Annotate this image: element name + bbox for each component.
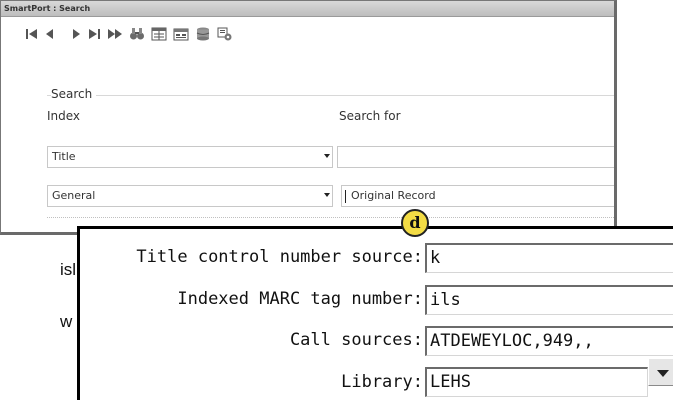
library-select[interactable]: LEHS — [425, 367, 648, 397]
library-dropdown-button[interactable] — [648, 358, 673, 386]
bottom-divider — [47, 217, 614, 218]
library-label: Library: — [341, 372, 423, 392]
first-record-icon[interactable] — [25, 25, 39, 43]
search-for-input-2-value: Original Record — [351, 189, 436, 202]
search-for-input-1[interactable] — [337, 146, 614, 168]
record-toolbar — [25, 23, 233, 45]
next-record-icon[interactable] — [71, 25, 81, 43]
import-icon[interactable] — [173, 25, 189, 43]
library-select-value: LEHS — [430, 372, 471, 392]
indexed-marc-tag-number-value: ils — [430, 290, 461, 310]
chevron-down-icon — [657, 370, 669, 377]
callout-badge: d — [401, 209, 429, 237]
record-icon[interactable] — [151, 25, 167, 43]
index-select-1-value: Title — [52, 150, 76, 163]
search-binoculars-icon[interactable] — [129, 25, 145, 43]
search-for-label: Search for — [339, 109, 401, 123]
previous-record-icon[interactable] — [45, 25, 55, 43]
title-control-number-source-value: k — [430, 248, 441, 268]
index-select-1[interactable]: Title — [47, 146, 333, 168]
window-title: SmartPort : Search — [1, 1, 614, 17]
chevron-down-icon — [324, 154, 330, 158]
search-for-input-2[interactable]: Original Record — [341, 185, 614, 207]
database-icon[interactable] — [195, 25, 211, 43]
search-group-label: Search — [51, 87, 97, 101]
title-control-number-source-input[interactable]: k — [425, 243, 673, 273]
indexed-marc-tag-number-label: Indexed MARC tag number: — [177, 289, 423, 309]
cropped-text-1: isl — [60, 260, 77, 279]
settings-icon[interactable] — [217, 25, 233, 43]
last-record-icon[interactable] — [87, 25, 101, 43]
title-control-settings-panel: Title control number source: k Indexed M… — [77, 226, 673, 400]
text-caret — [345, 190, 346, 203]
index-label: Index — [47, 109, 81, 123]
call-sources-value: ATDEWEYLOC,949,, — [430, 331, 594, 351]
indexed-marc-tag-number-input[interactable]: ils — [425, 285, 673, 315]
cropped-text-2: w — [60, 312, 73, 331]
title-control-number-source-label: Title control number source: — [136, 247, 423, 267]
chevron-down-icon — [324, 193, 330, 197]
index-select-2-value: General — [52, 189, 96, 202]
fast-forward-icon[interactable] — [107, 25, 123, 43]
call-sources-input[interactable]: ATDEWEYLOC,949,, — [425, 326, 673, 356]
smartport-search-window: SmartPort : Search Search Index Search f… — [0, 0, 617, 235]
search-group-divider — [47, 95, 614, 96]
index-select-2[interactable]: General — [47, 185, 333, 207]
call-sources-label: Call sources: — [289, 330, 423, 350]
